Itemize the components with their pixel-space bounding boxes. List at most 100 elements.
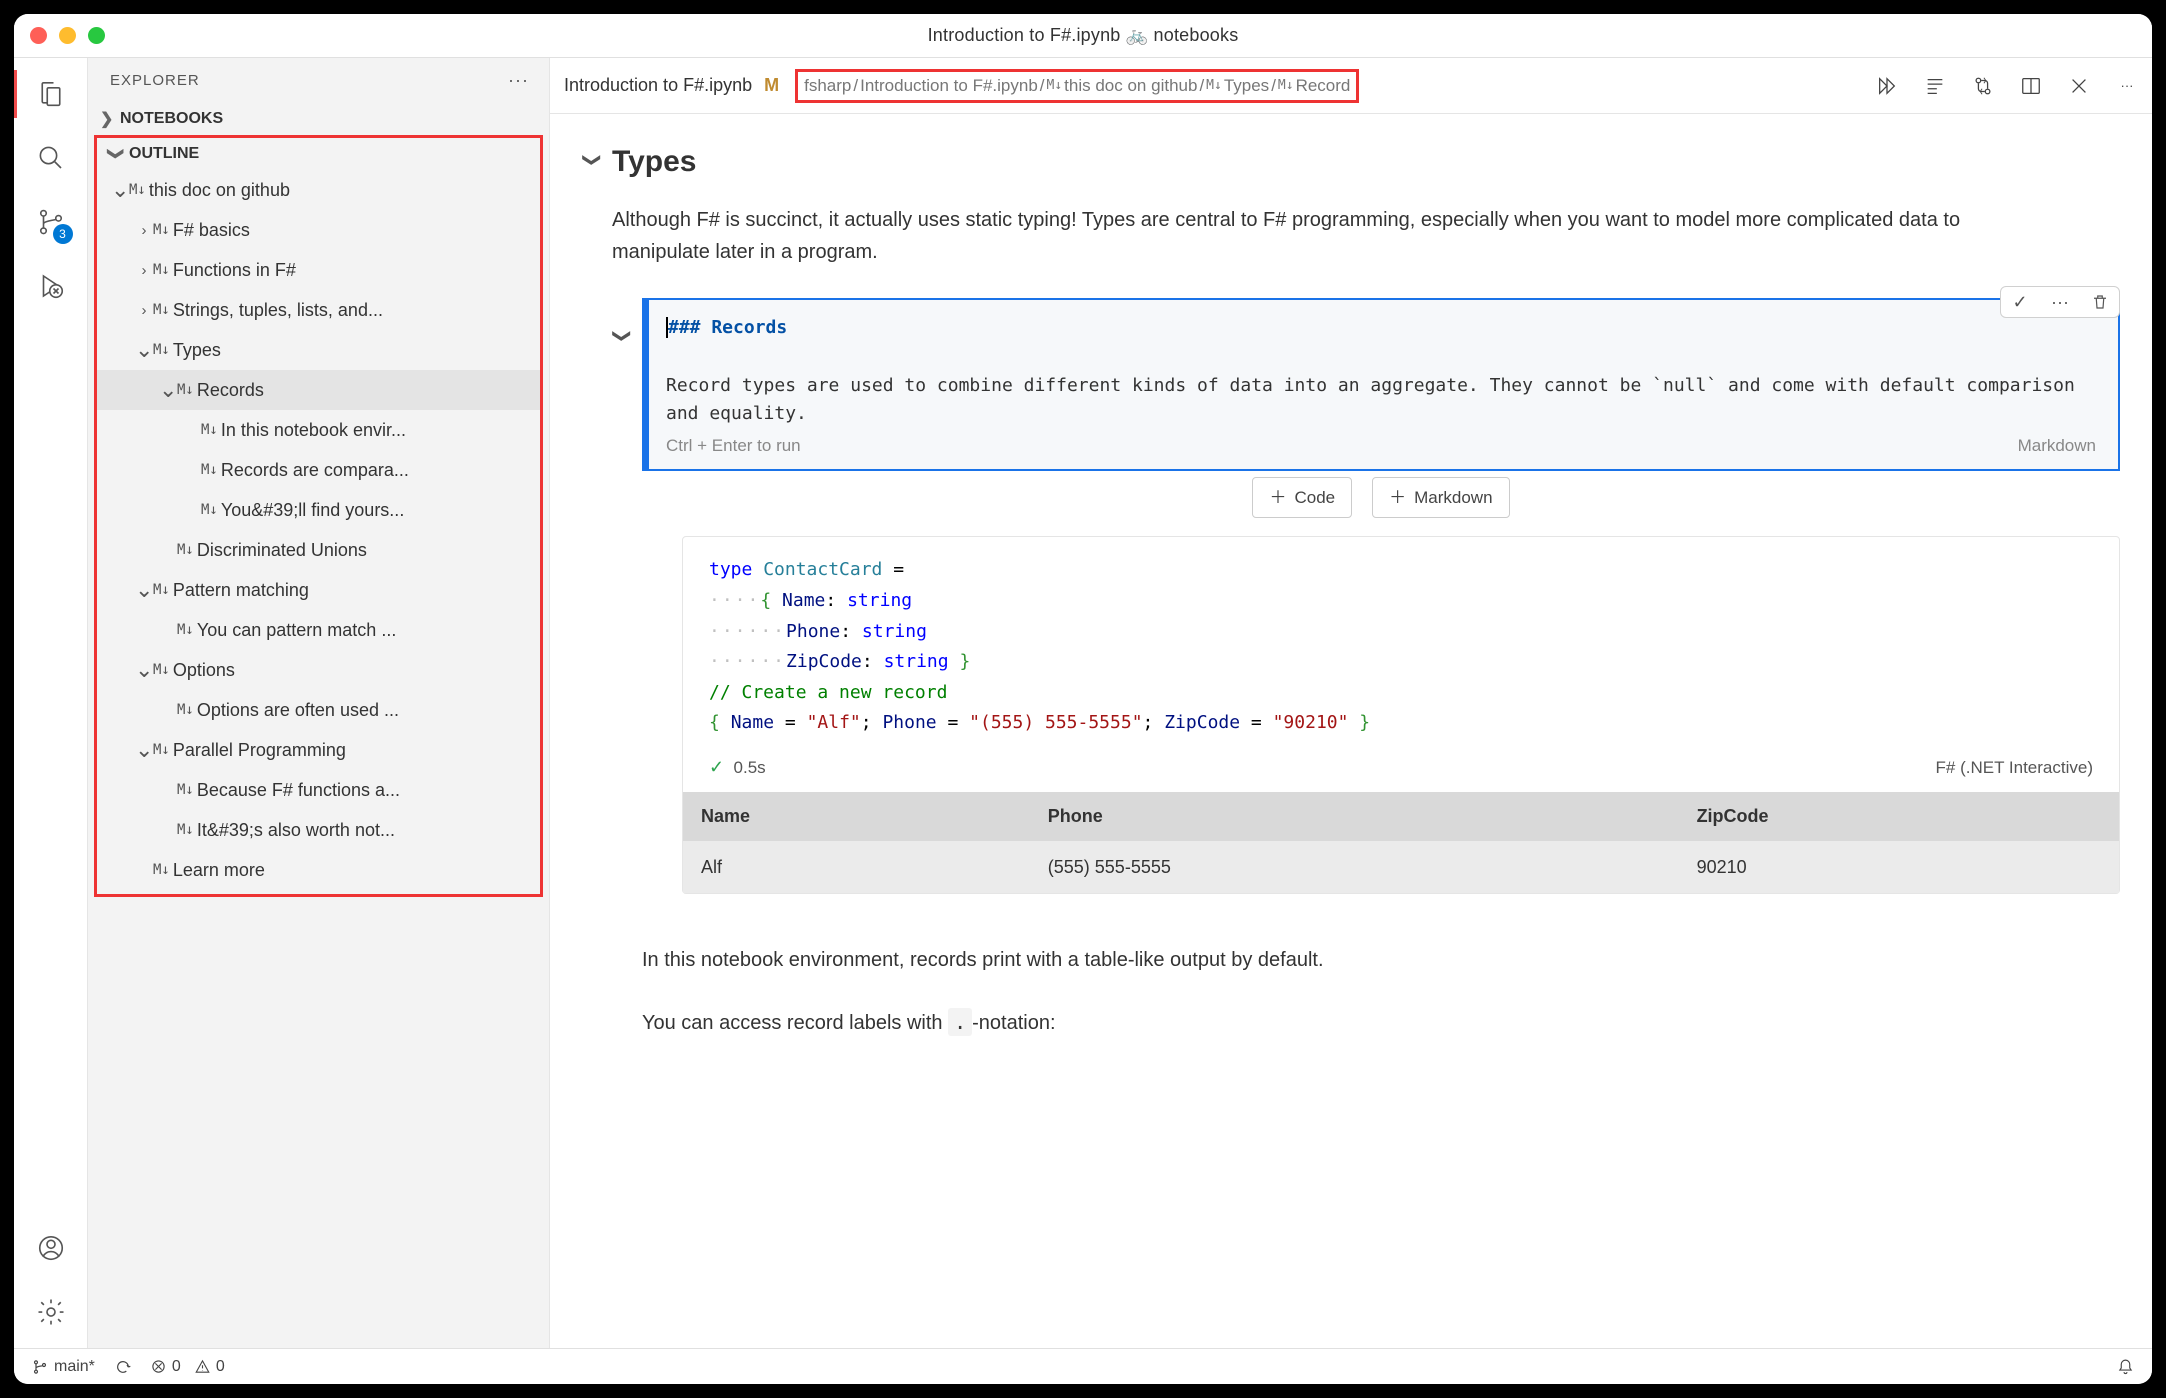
breadcrumb-segment[interactable]: Types: [1224, 76, 1269, 96]
table-cell: (555) 555-5555: [1030, 841, 1679, 894]
breadcrumb-segment[interactable]: Introduction to F#.ipynb: [860, 76, 1038, 96]
breadcrumb-segment[interactable]: Record: [1296, 76, 1351, 96]
markdown-tag-icon: M↓: [153, 222, 170, 238]
markdown-tag-icon: M↓: [153, 582, 170, 598]
maximize-window-icon[interactable]: [88, 27, 105, 44]
markdown-cell[interactable]: ✓ ··· ### Records Record types are used …: [642, 298, 2120, 471]
paragraph: You can access record labels with .-nota…: [642, 1006, 2042, 1039]
section-notebooks[interactable]: ❯ NOTEBOOKS: [88, 103, 549, 135]
more-actions-icon[interactable]: ···: [2116, 75, 2138, 97]
kernel-label[interactable]: F# (.NET Interactive): [1936, 754, 2093, 781]
outline-item[interactable]: M↓Learn more: [97, 850, 540, 890]
markdown-tag-icon: M↓: [201, 462, 218, 478]
search-icon[interactable]: [33, 140, 69, 176]
outline-item-label: In this notebook envir...: [221, 420, 406, 441]
breadcrumb[interactable]: fsharp/Introduction to F#.ipynb/M↓this d…: [804, 76, 1350, 96]
outline-item[interactable]: M↓Because F# functions a...: [97, 770, 540, 810]
outline-item-label: F# basics: [173, 220, 250, 241]
chevron-down-icon: ⌄: [135, 577, 153, 603]
markdown-tag-icon: M↓: [153, 742, 170, 758]
outline-item[interactable]: ›M↓Functions in F#: [97, 250, 540, 290]
chevron-right-icon: ›: [135, 262, 153, 279]
code-body[interactable]: type ContactCard =····{ Name: string····…: [683, 537, 2119, 747]
account-icon[interactable]: [33, 1230, 69, 1266]
sidebar-more-icon[interactable]: ···: [508, 70, 529, 91]
outline-tree: ⌄M↓this doc on github›M↓F# basics›M↓Func…: [97, 170, 540, 890]
close-tab-icon[interactable]: [2068, 75, 2090, 97]
section-outline[interactable]: ❯ OUTLINE: [97, 138, 540, 170]
outline-panel-icon[interactable]: [1924, 75, 1946, 97]
tab-bar: Introduction to F#.ipynb M fsharp/Introd…: [550, 58, 2152, 114]
add-cell-buttons: ＋Code ＋Markdown: [642, 477, 2120, 518]
chevron-right-icon: ❯: [100, 109, 114, 129]
breadcrumb-segment[interactable]: this doc on github: [1064, 76, 1197, 96]
outline-item[interactable]: ⌄M↓Parallel Programming: [97, 730, 540, 770]
markdown-tag-icon: M↓: [129, 182, 146, 198]
table-row: Alf(555) 555-555590210: [683, 841, 2119, 894]
outline-item-label: Discriminated Unions: [197, 540, 367, 561]
outline-item[interactable]: ›M↓F# basics: [97, 210, 540, 250]
outline-item[interactable]: M↓In this notebook envir...: [97, 410, 540, 450]
outline-item[interactable]: M↓You can pattern match ...: [97, 610, 540, 650]
notebook-content: ❯ Types Although F# is succinct, it actu…: [550, 114, 2152, 1348]
explorer-icon[interactable]: [33, 76, 69, 112]
markdown-tag-icon: M↓: [153, 662, 170, 678]
breadcrumb-segment[interactable]: fsharp: [804, 76, 851, 96]
outline-item[interactable]: ›M↓Strings, tuples, lists, and...: [97, 290, 540, 330]
source-control-icon[interactable]: 3: [33, 204, 69, 240]
markdown-tag-icon: M↓: [177, 782, 194, 798]
outline-item[interactable]: ⌄M↓Records: [97, 370, 540, 410]
outline-item[interactable]: ⌄M↓Types: [97, 330, 540, 370]
compare-icon[interactable]: [1972, 75, 1994, 97]
table-header: Phone: [1030, 792, 1679, 841]
close-window-icon[interactable]: [30, 27, 47, 44]
outline-item[interactable]: M↓Discriminated Unions: [97, 530, 540, 570]
outline-item-label: Records are compara...: [221, 460, 409, 481]
minimize-window-icon[interactable]: [59, 27, 76, 44]
split-editor-icon[interactable]: [2020, 75, 2042, 97]
outline-item-label: Types: [173, 340, 221, 361]
confirm-icon[interactable]: ✓: [2009, 291, 2031, 313]
tab-filename[interactable]: Introduction to F#.ipynb: [564, 75, 752, 96]
markdown-tag-icon: M↓: [201, 502, 218, 518]
run-all-icon[interactable]: [1876, 75, 1898, 97]
outline-item[interactable]: M↓You&#39;ll find yours...: [97, 490, 540, 530]
cell-language[interactable]: Markdown: [2018, 432, 2096, 459]
settings-gear-icon[interactable]: [33, 1294, 69, 1330]
cell-more-icon[interactable]: ···: [2049, 291, 2071, 313]
outline-item-label: Parallel Programming: [173, 740, 346, 761]
outline-item[interactable]: M↓Records are compara...: [97, 450, 540, 490]
outline-item[interactable]: ⌄M↓Pattern matching: [97, 570, 540, 610]
markdown-tag-icon: M↓: [177, 622, 194, 638]
outline-item[interactable]: M↓It&#39;s also worth not...: [97, 810, 540, 850]
git-branch[interactable]: main*: [32, 1358, 95, 1376]
add-code-button[interactable]: ＋Code: [1252, 477, 1352, 518]
markdown-tag-icon: M↓: [153, 862, 170, 878]
fold-chevron-icon[interactable]: ❯: [608, 328, 637, 348]
problems-indicator[interactable]: 0 0: [151, 1358, 225, 1376]
chevron-down-icon: ⌄: [135, 657, 153, 683]
output-table: NamePhoneZipCode Alf(555) 555-555590210: [683, 792, 2119, 894]
code-cell[interactable]: type ContactCard =····{ Name: string····…: [682, 536, 2120, 894]
fold-chevron-icon[interactable]: ❯: [578, 152, 607, 172]
table-cell: Alf: [683, 841, 1030, 894]
tab-modified-indicator: M: [764, 75, 779, 96]
markdown-tag-icon: M↓: [153, 262, 170, 278]
outline-item-label: Options: [173, 660, 235, 681]
markdown-source[interactable]: ### Records Record types are used to com…: [666, 314, 2096, 429]
editor-area: Introduction to F#.ipynb M fsharp/Introd…: [550, 58, 2152, 1348]
add-markdown-button[interactable]: ＋Markdown: [1372, 477, 1509, 518]
outline-item[interactable]: M↓Options are often used ...: [97, 690, 540, 730]
outline-item[interactable]: ⌄M↓this doc on github: [97, 170, 540, 210]
outline-item-label: Because F# functions a...: [197, 780, 400, 801]
sidebar-title: EXPLORER: [110, 72, 200, 89]
delete-cell-icon[interactable]: [2089, 291, 2111, 313]
paragraph: In this notebook environment, records pr…: [642, 944, 2042, 976]
markdown-tag-icon: M↓: [153, 302, 170, 318]
sync-icon[interactable]: [115, 1359, 131, 1375]
debug-icon[interactable]: [33, 268, 69, 304]
breadcrumb-highlight-box: fsharp/Introduction to F#.ipynb/M↓this d…: [795, 69, 1359, 103]
run-hint: Ctrl + Enter to run: [666, 432, 801, 459]
notifications-icon[interactable]: [2117, 1358, 2134, 1375]
outline-item[interactable]: ⌄M↓Options: [97, 650, 540, 690]
